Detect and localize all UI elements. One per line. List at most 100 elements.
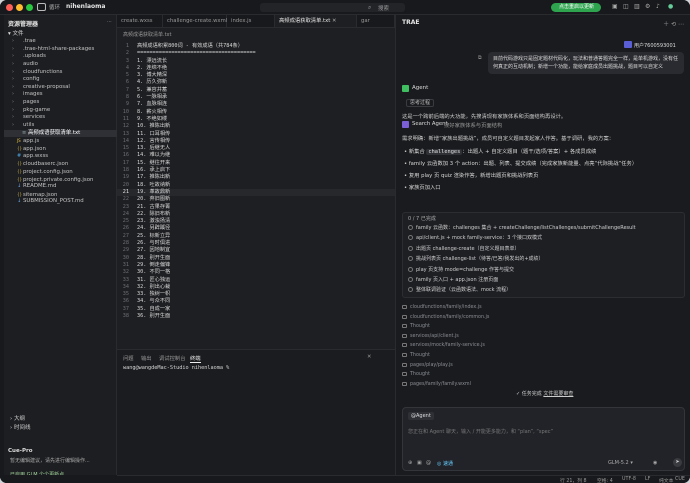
at-icon[interactable]: @ bbox=[426, 460, 431, 466]
code-line[interactable]: 16 14. 难以为继 bbox=[117, 152, 395, 159]
timeline-section[interactable]: › 时间线 bbox=[4, 423, 117, 431]
status-item[interactable]: 行 21，列 8 bbox=[560, 477, 587, 483]
todo-item[interactable]: family 云函数：challenges 集合 + createChallen… bbox=[408, 224, 636, 231]
image-icon[interactable]: ▣ bbox=[417, 460, 422, 466]
code-line[interactable]: 36 34. 与众不同 bbox=[117, 298, 395, 305]
edited-file-row[interactable]: pages/play/play.js bbox=[402, 362, 453, 368]
breadcrumb[interactable]: 高频成语获取清单.txt bbox=[123, 31, 171, 38]
editor-tab[interactable]: 高频成语获取清单.txt ✕ bbox=[275, 15, 357, 27]
review-files-link[interactable]: 文件需要审查 bbox=[543, 391, 573, 397]
copy-icon[interactable]: ⧉ bbox=[478, 55, 482, 61]
split-icon[interactable]: ◫ bbox=[623, 3, 629, 10]
code-line[interactable]: 33 31. 匠心独运 bbox=[117, 277, 395, 284]
editor-tab[interactable]: index.js bbox=[227, 15, 275, 27]
gear-icon[interactable]: ⚙ bbox=[645, 3, 650, 10]
code-line[interactable]: 19 17. 推陈出新 bbox=[117, 174, 395, 181]
edited-file-row[interactable]: services/api/client.js bbox=[402, 333, 459, 339]
model-selector[interactable]: GLM-5.2 ▾ bbox=[608, 460, 633, 466]
file-item[interactable]: {}app.json bbox=[4, 145, 117, 153]
editor-tab[interactable]: create.wxss bbox=[117, 15, 163, 27]
tab-terminal[interactable]: 终端 bbox=[190, 354, 201, 363]
file-item[interactable]: # app.wxss bbox=[4, 153, 117, 161]
folder-item[interactable]: › .trae bbox=[4, 38, 117, 46]
code-line[interactable]: 20 18. 吐故纳新 bbox=[117, 182, 395, 189]
code-line[interactable]: 29 27. 因地制宜 bbox=[117, 247, 395, 254]
folder-item[interactable]: › images bbox=[4, 91, 117, 99]
todo-item[interactable]: api/client.js + mock family-service：3 个接… bbox=[408, 234, 542, 241]
code-line[interactable]: 10 8. 薪火相传 bbox=[117, 109, 395, 116]
close-window-button[interactable] bbox=[6, 4, 13, 11]
code-line[interactable]: 12 10. 推陈出新 bbox=[117, 123, 395, 130]
code-view[interactable]: 1 高频成语积累800词 - 有效成语（共784条） 2 ==============… bbox=[117, 43, 395, 320]
code-line[interactable]: 30 28. 别开生面 bbox=[117, 255, 395, 262]
folder-item[interactable]: › utils bbox=[4, 122, 117, 130]
chat-input[interactable]: 您正在和 Agent 聊天，输入 / 开能更多能力，和 “plan”, “spe… bbox=[408, 428, 678, 435]
folder-item[interactable]: › services bbox=[4, 114, 117, 122]
user-icon[interactable]: ● bbox=[668, 3, 673, 10]
code-line[interactable]: 27 25. 标新立异 bbox=[117, 233, 395, 240]
todo-checkbox[interactable] bbox=[408, 287, 413, 293]
status-item[interactable]: UTF-8 bbox=[622, 477, 636, 482]
file-item[interactable]: JS app.js bbox=[4, 137, 117, 145]
explorer-root[interactable]: ▾ 文件 bbox=[8, 29, 24, 37]
todo-checkbox[interactable] bbox=[408, 225, 413, 230]
code-line[interactable]: 17 15. 继往开来 bbox=[117, 160, 395, 167]
file-item[interactable]: ↓ README.md bbox=[4, 183, 117, 191]
folder-item[interactable]: › .uploads bbox=[4, 53, 117, 61]
file-item[interactable]: {}project.private.config.json bbox=[4, 176, 117, 184]
todo-progress[interactable]: 0 / 7 已完成 bbox=[408, 215, 436, 222]
task-status[interactable]: ✓ 任务完成 文件需要审查 bbox=[516, 390, 573, 399]
tab-problems[interactable]: 问题 bbox=[123, 354, 134, 362]
todo-item[interactable]: 整体联调验证（云函数语法、mock 流程） bbox=[408, 286, 511, 293]
mode-selector[interactable]: ◎ 速通 bbox=[437, 460, 453, 467]
minimize-window-button[interactable] bbox=[16, 4, 23, 11]
sidebar-icon[interactable]: ▥ bbox=[634, 3, 640, 10]
send-button[interactable]: ➤ bbox=[673, 458, 682, 467]
file-item[interactable]: ≡ 高频成语获取清单.txt bbox=[4, 129, 117, 138]
edited-file-row[interactable]: cloudfunctions/family/index.js bbox=[402, 305, 482, 310]
chat-header-icons[interactable]: ＋ ⟲ ⋯ bbox=[663, 19, 684, 28]
todo-item[interactable]: 出题页 challenge-create（自定义题目表单） bbox=[408, 245, 520, 252]
close-tab-icon[interactable]: ✕ bbox=[330, 18, 336, 24]
folder-item[interactable]: › creative-proposal bbox=[4, 84, 117, 92]
todo-checkbox[interactable] bbox=[408, 266, 413, 272]
status-item[interactable]: 纯文本 bbox=[659, 477, 673, 483]
status-item[interactable]: LF bbox=[645, 477, 650, 482]
tab-debug-console[interactable]: 调试控制台 bbox=[159, 354, 186, 362]
todo-checkbox[interactable] bbox=[408, 245, 413, 251]
code-line[interactable]: 2 ====================================== bbox=[117, 50, 395, 57]
folder-item[interactable]: › .trae-html-share-packages bbox=[4, 46, 117, 54]
update-button[interactable]: 点击重启以更新 bbox=[551, 3, 601, 12]
file-item[interactable]: {}cloudbaserc.json bbox=[4, 160, 117, 168]
project-name[interactable]: nihenlaoma bbox=[66, 3, 105, 10]
panel-close-icon[interactable]: ✕ bbox=[367, 354, 371, 360]
attach-icon[interactable]: ⊕ bbox=[408, 460, 412, 466]
chat-input-box[interactable]: @Agent 您正在和 Agent 聊天，输入 / 开能更多能力，和 “plan… bbox=[402, 407, 685, 471]
tab-output[interactable]: 输出 bbox=[141, 354, 152, 362]
folder-item[interactable]: › audio bbox=[4, 61, 117, 69]
code-line[interactable]: 32 30. 不同一格 bbox=[117, 269, 395, 276]
folder-item[interactable]: › pkg-game bbox=[4, 107, 117, 115]
status-item[interactable]: CUE bbox=[675, 477, 685, 482]
code-line[interactable]: 34 32. 别出心裁 bbox=[117, 284, 395, 291]
folder-item[interactable]: › cloudfunctions bbox=[4, 69, 117, 77]
outline-section[interactable]: › 大纲 bbox=[4, 414, 117, 422]
thought-row[interactable]: Thought bbox=[402, 324, 430, 329]
todo-item[interactable]: play 页支持 mode=challenge 作答与提交 bbox=[408, 266, 514, 273]
todo-checkbox[interactable] bbox=[408, 235, 413, 241]
command-search[interactable]: ⌕ 搜索 bbox=[260, 3, 405, 12]
todo-item[interactable]: 挑战列表页 challenge-list（待答/已答/我发出的+成绩） bbox=[408, 255, 544, 262]
code-line[interactable]: 37 35. 自成一家 bbox=[117, 306, 395, 313]
code-line[interactable]: 22 20. 弃旧图新 bbox=[117, 196, 395, 203]
code-line[interactable]: 26 24. 另辟蹊径 bbox=[117, 225, 395, 232]
bell-icon[interactable]: ♪ bbox=[656, 3, 660, 10]
todo-checkbox[interactable] bbox=[408, 277, 413, 282]
explorer-more-icon[interactable]: ⋯ bbox=[107, 19, 112, 25]
folder-item[interactable]: › config bbox=[4, 76, 117, 84]
terminal-prompt[interactable]: wang@wangdeMac-Studio nihenlaoma % bbox=[123, 365, 229, 371]
agent-mention-chip[interactable]: @Agent bbox=[408, 412, 434, 420]
file-item[interactable]: {}project.config.json bbox=[4, 168, 117, 176]
todo-item[interactable]: family 页入口 + app.json 注册页面 bbox=[408, 276, 498, 283]
code-line[interactable]: 13 11. 口耳相传 bbox=[117, 131, 395, 138]
editor-tab[interactable]: challenge-create.wxml bbox=[163, 15, 227, 27]
